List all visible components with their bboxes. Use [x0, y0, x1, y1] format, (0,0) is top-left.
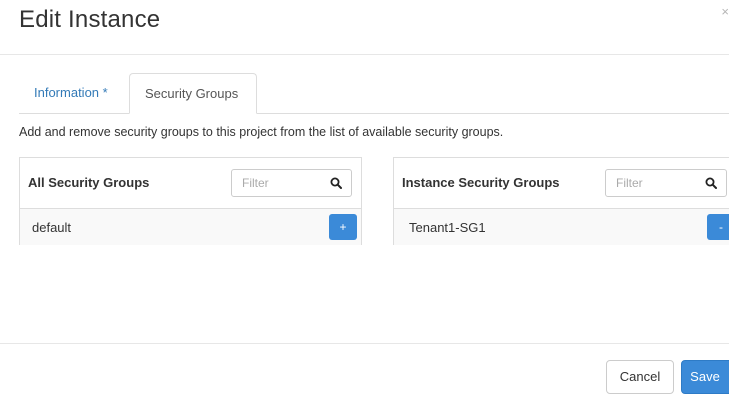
close-icon[interactable]: × — [721, 4, 729, 19]
tab-bar: Information * Security Groups — [19, 73, 729, 114]
remove-security-group-button[interactable]: - — [707, 214, 729, 240]
search-icon[interactable] — [705, 177, 717, 189]
panel-title: All Security Groups — [28, 175, 150, 190]
filter-input[interactable] — [606, 170, 696, 196]
instance-security-groups-panel: Instance Security Groups Tenant1-SG1 - — [393, 157, 729, 245]
filter-box — [605, 169, 727, 197]
add-security-group-button[interactable]: + — [329, 214, 357, 240]
help-text: Add and remove security groups to this p… — [19, 125, 504, 139]
security-group-name: Tenant1-SG1 — [409, 220, 486, 235]
all-security-groups-panel: All Security Groups default + — [19, 157, 362, 245]
list-item: default + — [20, 209, 361, 245]
list-item: Tenant1-SG1 - — [394, 209, 729, 245]
header-divider — [0, 54, 729, 55]
filter-box — [231, 169, 352, 197]
security-group-name: default — [32, 220, 72, 235]
panel-title: Instance Security Groups — [402, 175, 560, 190]
footer-divider — [0, 343, 729, 344]
search-icon[interactable] — [330, 177, 342, 189]
tab-information[interactable]: Information * — [19, 73, 129, 113]
cancel-button[interactable]: Cancel — [606, 360, 674, 394]
filter-input[interactable] — [232, 170, 322, 196]
save-button[interactable]: Save — [681, 360, 729, 394]
panel-header: Instance Security Groups — [394, 158, 729, 209]
tab-security-groups[interactable]: Security Groups — [129, 73, 257, 114]
panel-header: All Security Groups — [20, 158, 361, 209]
modal-title: Edit Instance — [19, 6, 161, 33]
edit-instance-dialog: Edit Instance × Information * Security G… — [0, 0, 729, 396]
